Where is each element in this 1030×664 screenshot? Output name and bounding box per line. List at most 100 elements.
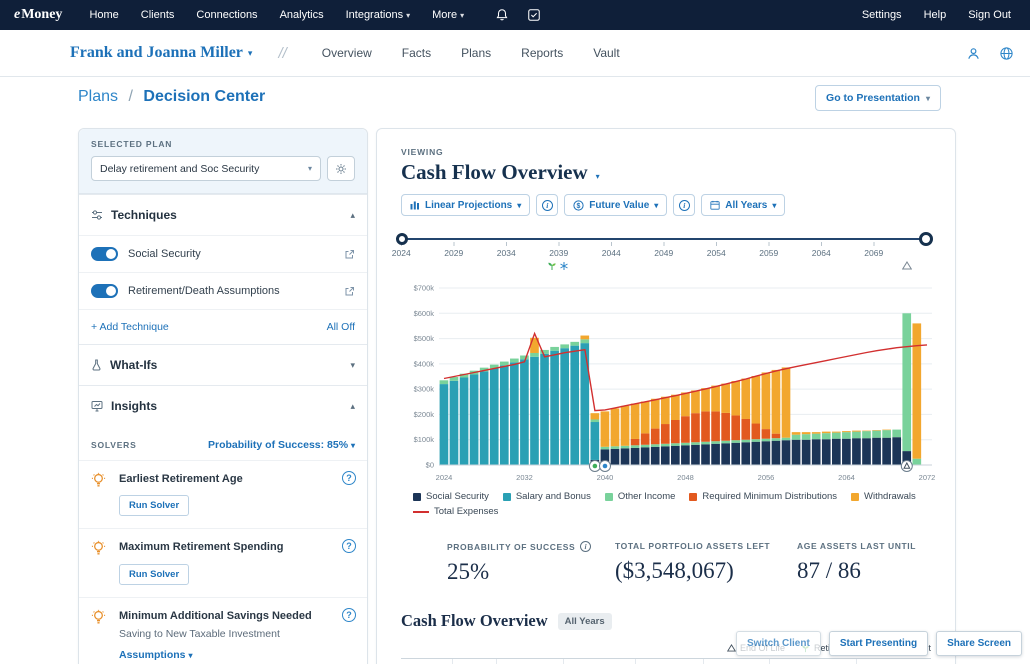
nav-item-clients[interactable]: Clients <box>130 0 186 30</box>
svg-text:2040: 2040 <box>597 473 614 482</box>
globe-icon[interactable] <box>999 46 1014 61</box>
tasks-icon[interactable] <box>527 8 541 22</box>
slider-year-labels: 2024202920342039204420492054205920642069 <box>375 248 900 258</box>
retirement-death-toggle[interactable] <box>91 284 118 298</box>
techniques-title: Techniques <box>111 208 177 222</box>
slider-year-label: 2024 <box>375 248 428 258</box>
years-range-select[interactable]: All Years ▾ <box>701 194 785 216</box>
selected-plan-value: Delay retirement and Soc Security <box>100 163 259 175</box>
insights-section-header[interactable]: Insights ▴ <box>79 385 367 426</box>
value-type-select[interactable]: $ Future Value ▾ <box>564 194 667 216</box>
cashflow-table-header: Year Age Total Expenses Social Security … <box>401 658 931 664</box>
gear-icon <box>335 163 347 175</box>
nav-item-analytics[interactable]: Analytics <box>269 0 335 30</box>
legend-item: Social Security <box>413 491 489 502</box>
summary-stats: PROBABILITY OF SUCCESSi 25% TOTAL PORTFO… <box>401 541 931 585</box>
help-icon[interactable]: ? <box>342 539 356 553</box>
help-icon[interactable]: ? <box>342 471 356 485</box>
nav-item-connections[interactable]: Connections <box>185 0 268 30</box>
stat-value: 25% <box>447 559 615 585</box>
legend-line-swatch <box>413 511 429 513</box>
selected-plan-dropdown[interactable]: Delay retirement and Soc Security ▾ <box>91 156 321 181</box>
timeline-event-icons <box>547 261 569 271</box>
decision-center-main-panel: VIEWING Cash Flow Overview ▾ Linear Proj… <box>376 128 956 664</box>
slider-track[interactable] <box>401 238 926 240</box>
projection-type-label: Linear Projections <box>425 200 512 211</box>
tab-facts[interactable]: Facts <box>387 46 446 60</box>
projection-type-select[interactable]: Linear Projections ▾ <box>401 194 530 216</box>
table-section-title: Cash Flow Overview <box>401 611 548 631</box>
column-header-withdrawals: Withdrawals <box>857 659 931 664</box>
nav-item-help[interactable]: Help <box>913 0 958 30</box>
technique-row-social-security: Social Security <box>79 235 367 272</box>
tab-plans[interactable]: Plans <box>446 46 506 60</box>
nav-item-label: Integrations <box>346 9 403 21</box>
chevron-down-icon: ▾ <box>308 164 312 173</box>
end-of-life-triangle-icon <box>902 261 912 270</box>
svg-text:2024: 2024 <box>436 473 453 482</box>
nav-item-signout[interactable]: Sign Out <box>957 0 1022 30</box>
nav-item-settings[interactable]: Settings <box>851 0 913 30</box>
person-icon[interactable] <box>966 46 981 61</box>
breadcrumb-plans-link[interactable]: Plans <box>78 88 118 105</box>
nav-item-more[interactable]: More▾ <box>421 0 475 31</box>
external-link-icon[interactable] <box>344 286 355 297</box>
breadcrumb-divider: / <box>128 88 132 105</box>
all-years-badge: All Years <box>558 613 612 630</box>
chevron-down-icon: ▾ <box>654 201 658 210</box>
value-type-info-button[interactable]: i <box>673 194 695 216</box>
stat-total-portfolio-assets: TOTAL PORTFOLIO ASSETS LEFT ($3,548,067) <box>615 541 797 585</box>
retirement-blue-icon <box>559 261 569 271</box>
chevron-down-icon: ▾ <box>248 48 253 59</box>
techniques-section-header[interactable]: Techniques ▴ <box>79 194 367 235</box>
chevron-down-icon[interactable]: ▾ <box>596 172 600 181</box>
run-solver-button[interactable]: Run Solver <box>119 564 189 585</box>
slider-handle-end[interactable] <box>919 232 933 246</box>
breadcrumb: Plans / Decision Center <box>78 88 265 106</box>
chart-controls: Linear Projections ▾ i $ Future Value ▾ … <box>401 194 931 216</box>
stat-label: AGE ASSETS LAST UNTIL <box>797 541 916 551</box>
legend-swatch <box>503 493 511 501</box>
start-presenting-button[interactable]: Start Presenting <box>829 631 928 656</box>
switch-client-button[interactable]: Switch Client <box>736 631 821 656</box>
notifications-bell-icon[interactable] <box>495 8 509 22</box>
tab-reports[interactable]: Reports <box>506 46 578 60</box>
client-name-dropdown[interactable]: Frank and Joanna Miller <box>70 44 243 62</box>
probability-of-success-dropdown[interactable]: Probability of Success: 85% ▾ <box>208 439 355 451</box>
chevron-down-icon: ▾ <box>350 360 355 371</box>
assumptions-dropdown[interactable]: Assumptions ▾ <box>119 649 337 661</box>
years-range-label: All Years <box>725 200 767 211</box>
solver-subtitle: Saving to New Taxable Investment <box>119 628 337 640</box>
social-security-toggle[interactable] <box>91 247 118 261</box>
svg-text:2072: 2072 <box>919 473 936 482</box>
svg-text:2056: 2056 <box>758 473 775 482</box>
solvers-header: SOLVERS Probability of Success: 85% ▾ <box>79 426 367 460</box>
all-off-link[interactable]: All Off <box>327 321 355 333</box>
external-link-icon[interactable] <box>344 249 355 260</box>
slider-handle-start[interactable] <box>396 233 408 245</box>
share-screen-button[interactable]: Share Screen <box>936 631 1022 656</box>
chevron-down-icon: ▾ <box>517 201 521 210</box>
run-solver-button[interactable]: Run Solver <box>119 495 189 516</box>
stat-value: ($3,548,067) <box>615 558 797 584</box>
emoney-logo[interactable]: eMoney <box>14 7 62 23</box>
add-technique-link[interactable]: + Add Technique <box>91 321 169 333</box>
chevron-down-icon: ▾ <box>772 201 776 210</box>
nav-item-home[interactable]: Home <box>78 0 129 30</box>
help-icon[interactable]: ? <box>342 608 356 622</box>
legend-item: Withdrawals <box>851 491 916 502</box>
techniques-icon <box>91 209 103 221</box>
tab-vault[interactable]: Vault <box>578 46 634 60</box>
info-icon[interactable]: i <box>580 541 591 552</box>
projection-info-button[interactable]: i <box>536 194 558 216</box>
legend-swatch <box>689 493 697 501</box>
tab-overview[interactable]: Overview <box>307 46 387 60</box>
technique-label: Retirement/Death Assumptions <box>128 285 280 297</box>
nav-item-integrations[interactable]: Integrations▾ <box>335 0 422 31</box>
calendar-icon <box>710 200 720 210</box>
probability-label: Probability of Success: 85% <box>208 439 348 451</box>
go-to-presentation-button[interactable]: Go to Presentation ▾ <box>815 85 941 111</box>
whatifs-section-header[interactable]: What-Ifs ▾ <box>79 344 367 385</box>
plan-settings-button[interactable] <box>327 156 355 181</box>
solvers-label: SOLVERS <box>91 440 137 450</box>
